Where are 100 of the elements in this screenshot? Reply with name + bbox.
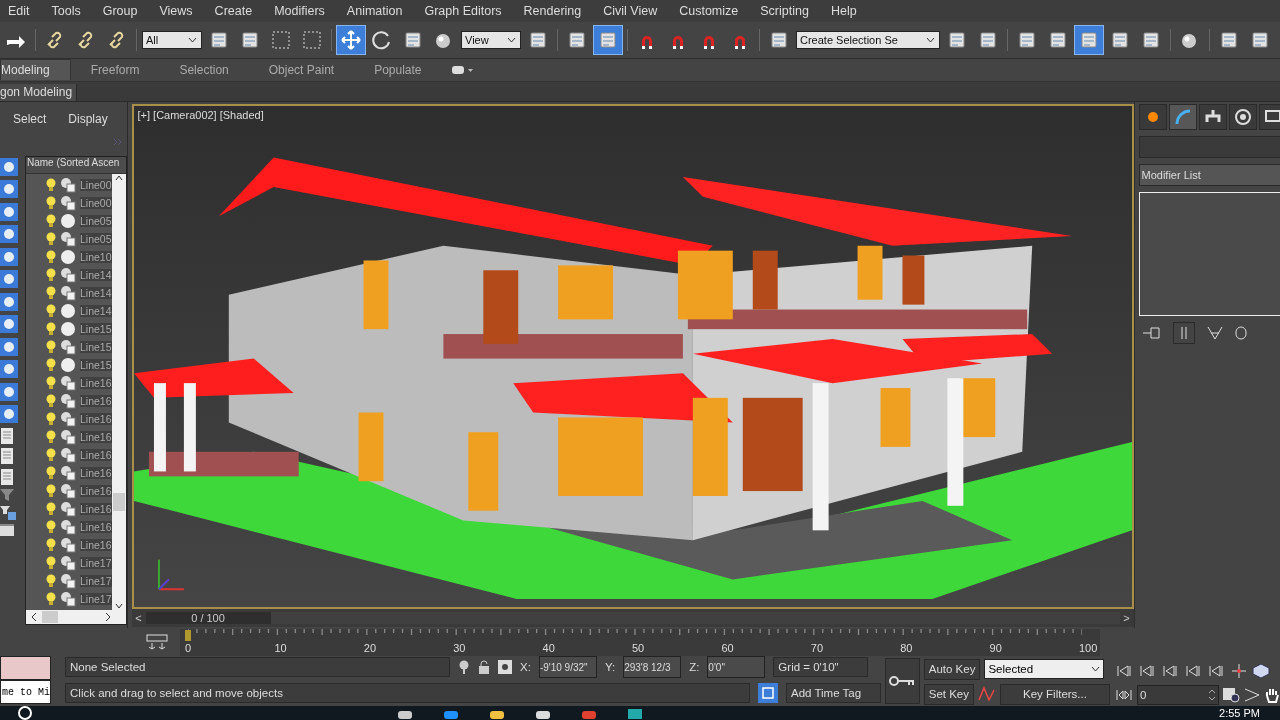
search-icon[interactable] [18, 706, 32, 720]
playback-icon[interactable] [1137, 663, 1157, 678]
viewport[interactable]: [+] [Camera002] [Shaded] [131, 103, 1134, 609]
filter-options-icon[interactable] [0, 505, 16, 520]
document-icon[interactable] [0, 427, 14, 444]
explorer-tab[interactable]: Select [13, 111, 47, 128]
lightbulb-icon[interactable] [46, 231, 56, 246]
curve-icon[interactable] [978, 686, 996, 703]
filter-icon[interactable] [0, 337, 18, 356]
key-mode-dropdown[interactable]: Selected [984, 659, 1105, 680]
set-keys-button[interactable] [885, 658, 920, 705]
lightbulb-icon[interactable] [46, 573, 56, 588]
lightbulb-icon[interactable] [46, 285, 56, 300]
menu-item[interactable]: Help [819, 4, 868, 18]
lightbulb-icon[interactable] [46, 465, 56, 480]
lightbulb-icon[interactable] [46, 393, 56, 408]
filter-icon[interactable] [0, 270, 18, 289]
lightbulb-icon[interactable] [46, 555, 56, 570]
ribbon-tab[interactable]: Object Paint [248, 59, 355, 80]
object-name[interactable]: Line14 [80, 304, 112, 317]
scroll-thumb[interactable] [42, 611, 58, 624]
ribbon-options-icon[interactable] [451, 64, 474, 75]
ribbon-panel-tab[interactable]: gon Modeling [0, 83, 78, 101]
document-icon[interactable] [0, 468, 14, 485]
object-name[interactable]: Line14 [80, 286, 112, 299]
absolute-mode-icon[interactable] [498, 660, 512, 675]
timeline-ruler[interactable]: 0 10 20 30 40 50 60 70 80 90 100 [180, 628, 1100, 656]
playback-icon[interactable] [1114, 663, 1134, 678]
viewport-label[interactable]: [+] [137, 108, 151, 121]
z-coordinate-field[interactable]: 0'0" [707, 656, 766, 679]
object-name[interactable]: Line16 [80, 448, 112, 461]
vertical-scrollbar[interactable] [111, 173, 126, 611]
lightbulb-icon[interactable] [46, 267, 56, 282]
hierarchy-icon[interactable] [1198, 103, 1227, 130]
lightbulb-icon[interactable] [46, 303, 56, 318]
ribbon-tab[interactable]: Selection [159, 59, 249, 80]
lightbulb-icon[interactable] [46, 375, 56, 390]
viewport-label[interactable]: [Shaded] [219, 108, 264, 121]
filter-icon[interactable] [0, 315, 18, 334]
filter-icon[interactable] [0, 202, 18, 221]
key-mode-icon[interactable] [1114, 688, 1134, 703]
target-icon[interactable] [1228, 103, 1257, 130]
key-filters-button[interactable]: Key Filters... [1000, 683, 1110, 705]
object-name[interactable]: Line16 [80, 430, 112, 443]
isolate-icon[interactable] [458, 659, 470, 676]
scroll-down-icon[interactable] [114, 602, 123, 611]
sun-icon[interactable] [1138, 103, 1167, 130]
filter-icon[interactable] [0, 157, 18, 176]
menu-item[interactable]: Tools [40, 4, 92, 18]
filter-icon[interactable] [0, 360, 18, 379]
lightbulb-icon[interactable] [46, 537, 56, 552]
add-time-tag[interactable]: Add Time Tag [786, 683, 881, 704]
menu-item[interactable]: Civil View [592, 4, 669, 18]
menu-item[interactable]: Rendering [512, 4, 593, 18]
object-name[interactable]: Line00 [80, 196, 112, 209]
object-name[interactable]: Line15 [80, 358, 112, 371]
scroll-right-icon[interactable] [103, 612, 112, 623]
lightbulb-icon[interactable] [46, 357, 56, 372]
adaptive-degradation-button[interactable] [758, 683, 778, 704]
playback-icon[interactable] [1160, 663, 1180, 678]
make-unique-icon[interactable] [1206, 325, 1223, 340]
lightbulb-icon[interactable] [46, 177, 56, 192]
time-slider-handle[interactable]: 0 / 100 [145, 611, 271, 624]
explorer-tab[interactable]: Display [68, 111, 108, 128]
curve-icon[interactable] [1168, 103, 1197, 130]
lightbulb-icon[interactable] [46, 321, 56, 336]
column-header[interactable]: Name (Sorted Ascen [26, 156, 126, 174]
lightbulb-icon[interactable] [46, 591, 56, 606]
monitor-icon[interactable] [1258, 103, 1280, 130]
object-name[interactable]: Line10 [80, 250, 112, 263]
object-name-field[interactable] [1138, 135, 1280, 158]
object-name[interactable]: Line16 [80, 520, 112, 533]
object-name[interactable]: Line17 [80, 574, 112, 587]
object-name[interactable]: Line05 [80, 232, 112, 245]
dropdown[interactable]: All [142, 30, 202, 49]
lock-icon[interactable] [478, 660, 490, 675]
current-frame-field[interactable]: 0 [1137, 685, 1219, 706]
ribbon-tab[interactable]: Populate [354, 59, 442, 80]
lightbulb-icon[interactable] [46, 501, 56, 516]
object-name[interactable]: Line17 [80, 592, 112, 605]
menu-item[interactable]: Group [91, 4, 149, 18]
time-marker[interactable] [185, 629, 191, 641]
menu-item[interactable]: Graph Editors [413, 4, 513, 18]
filter-icon[interactable] [0, 405, 18, 424]
lightbulb-icon[interactable] [46, 195, 56, 210]
lightbulb-icon[interactable] [46, 339, 56, 354]
x-coordinate-field[interactable]: -9'10 9/32" [538, 656, 597, 679]
scroll-thumb[interactable] [112, 492, 125, 511]
lightbulb-icon[interactable] [46, 429, 56, 444]
menu-item[interactable]: Create [203, 4, 264, 18]
scroll-up-icon[interactable] [114, 173, 123, 182]
lightbulb-icon[interactable] [46, 249, 56, 264]
object-name[interactable]: Line05 [80, 214, 112, 227]
pan-hand-icon[interactable] [1264, 687, 1280, 704]
menu-item[interactable]: Modifiers [263, 4, 336, 18]
object-name[interactable]: Line00 [80, 178, 112, 191]
playback-icon[interactable] [1183, 663, 1203, 678]
object-name[interactable]: Line16 [80, 538, 112, 551]
spinner-icon[interactable] [1208, 688, 1216, 703]
object-name[interactable]: Line15 [80, 340, 112, 353]
